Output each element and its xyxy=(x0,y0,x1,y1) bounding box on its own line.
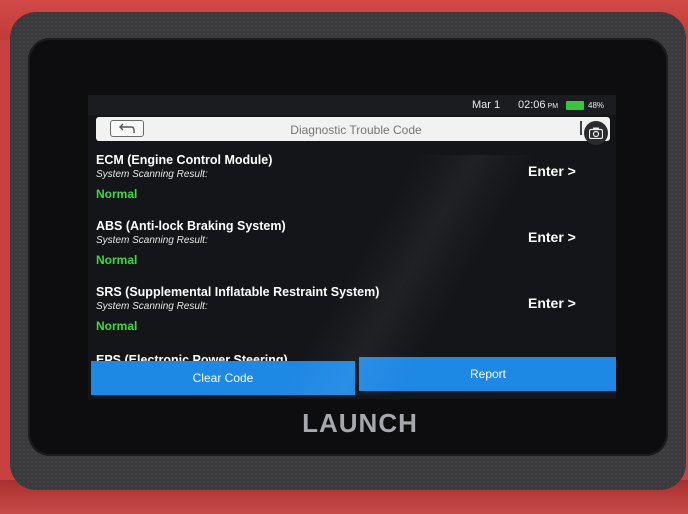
module-name: SRS (Supplemental Inflatable Restraint S… xyxy=(96,285,380,299)
module-row-srs: SRS (Supplemental Inflatable Restraint S… xyxy=(88,279,616,345)
module-scan-label: System Scanning Result: xyxy=(96,169,208,180)
status-bar: Mar 1 02:06 PM 48% xyxy=(88,95,616,115)
module-list: ECM (Engine Control Module) System Scann… xyxy=(88,147,616,345)
battery-percent: 48% xyxy=(588,101,605,110)
action-bar: Clear Code Report xyxy=(91,357,616,397)
enter-button-abs[interactable]: Enter > xyxy=(528,229,576,245)
page-title: Diagnostic Trouble Code xyxy=(290,123,422,137)
flag-icon xyxy=(580,121,582,135)
status-date: Mar 1 xyxy=(472,99,501,111)
back-arrow-icon xyxy=(119,123,135,133)
module-scan-label: System Scanning Result: xyxy=(96,301,208,312)
battery-icon xyxy=(566,101,584,110)
status-time: 02:06 PM xyxy=(518,99,558,111)
status-ampm: PM xyxy=(547,103,559,110)
clear-code-button[interactable]: Clear Code xyxy=(91,361,355,395)
camera-button[interactable] xyxy=(584,121,608,145)
module-status: Normal xyxy=(96,253,138,267)
module-status: Normal xyxy=(96,319,138,333)
screen: Mar 1 02:06 PM 48% Diagnostic Trouble Cod… xyxy=(88,95,616,399)
module-scan-label: System Scanning Result: xyxy=(96,235,208,246)
status-time-value: 02:06 xyxy=(518,99,546,111)
report-button[interactable]: Report xyxy=(359,357,616,391)
back-button[interactable] xyxy=(110,120,144,137)
brand-logo: LAUNCH xyxy=(302,408,418,438)
camera-icon xyxy=(589,127,603,139)
module-row-abs: ABS (Anti-lock Braking System) System Sc… xyxy=(88,213,616,279)
module-name: ABS (Anti-lock Braking System) xyxy=(96,219,286,233)
enter-button-srs[interactable]: Enter > xyxy=(528,295,576,311)
module-name: ECM (Engine Control Module) xyxy=(96,153,273,167)
module-row-ecm: ECM (Engine Control Module) System Scann… xyxy=(88,147,616,213)
enter-button-ecm[interactable]: Enter > xyxy=(528,163,576,179)
module-status: Normal xyxy=(96,187,138,201)
title-bar: Diagnostic Trouble Code xyxy=(96,117,610,141)
